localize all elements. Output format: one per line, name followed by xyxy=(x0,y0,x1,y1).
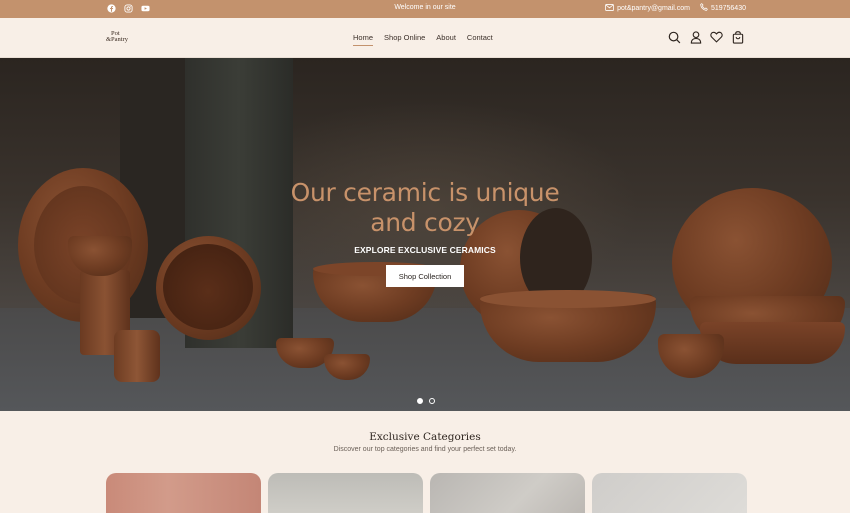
category-cards xyxy=(106,473,747,513)
slider-dots xyxy=(417,398,435,404)
main-navbar: Pot &Pantry Home Shop Online About Conta… xyxy=(0,18,850,58)
cart-icon[interactable] xyxy=(731,30,744,44)
categories-description: Discover our top categories and find you… xyxy=(333,446,517,453)
search-icon[interactable] xyxy=(668,30,681,44)
nav-home[interactable]: Home xyxy=(353,33,374,46)
nav-contact[interactable]: Contact xyxy=(467,33,493,46)
nav-shop-online[interactable]: Shop Online xyxy=(384,33,425,46)
hero-banner: Our ceramic is unique and cozy EXPLORE E… xyxy=(0,58,850,411)
site-logo[interactable]: Pot &Pantry xyxy=(106,30,129,43)
top-bar: Welcome in our site pot&pantry@gmail.com… xyxy=(0,0,850,18)
slider-dot-2[interactable] xyxy=(429,398,435,404)
hero-subtitle: EXPLORE EXCLUSIVE CERAMICS xyxy=(354,245,496,255)
category-card[interactable] xyxy=(106,473,261,513)
ceramic-wide-bowl-rim xyxy=(480,290,656,308)
hero-title-line2: and cozy xyxy=(370,208,480,237)
category-card[interactable] xyxy=(430,473,585,513)
header-actions xyxy=(668,30,744,44)
user-icon[interactable] xyxy=(689,30,702,44)
category-card[interactable] xyxy=(592,473,747,513)
contact-info: pot&pantry@gmail.com 519756430 xyxy=(605,3,746,13)
nav-about[interactable]: About xyxy=(436,33,456,46)
categories-title: Exclusive Categories xyxy=(369,431,481,443)
phone-icon xyxy=(700,3,708,13)
email-contact[interactable]: pot&pantry@gmail.com xyxy=(605,3,690,13)
heart-icon[interactable] xyxy=(710,30,723,44)
hero-title-line1: Our ceramic is unique xyxy=(290,178,560,207)
shop-collection-button[interactable]: Shop Collection xyxy=(386,265,464,287)
phone-text: 519756430 xyxy=(710,4,746,12)
mail-icon xyxy=(605,3,614,13)
phone-contact[interactable]: 519756430 xyxy=(700,3,746,13)
hero-content: Our ceramic is unique and cozy EXPLORE E… xyxy=(0,178,850,287)
ceramic-cylinder xyxy=(114,330,160,382)
slider-dot-1[interactable] xyxy=(417,398,423,404)
logo-line2: &Pantry xyxy=(106,36,129,43)
categories-header: Exclusive Categories Discover our top ca… xyxy=(0,431,850,453)
category-card[interactable] xyxy=(268,473,423,513)
main-menu: Home Shop Online About Contact xyxy=(353,33,493,46)
hero-title: Our ceramic is unique and cozy xyxy=(0,178,850,238)
email-text: pot&pantry@gmail.com xyxy=(617,4,690,12)
